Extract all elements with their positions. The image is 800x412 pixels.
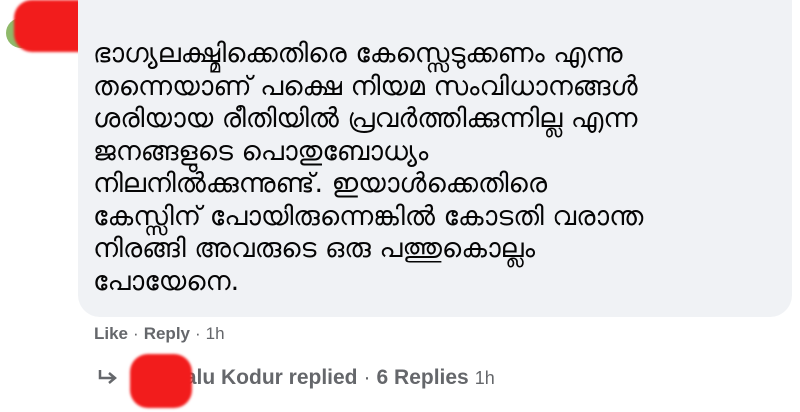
redacted-avatar (130, 354, 192, 408)
like-button[interactable]: Like (94, 324, 128, 343)
reply-button[interactable]: Reply (144, 324, 190, 343)
comment-actions: Like · Reply · 1h (94, 324, 225, 344)
separator: · (363, 366, 371, 389)
replies-summary[interactable]: Lalu Kodur replied (172, 366, 358, 390)
reply-arrow-icon (98, 370, 117, 384)
reply-time: 1h (474, 367, 495, 388)
replies-count[interactable]: 6 Replies (377, 366, 469, 390)
separator: · (195, 324, 201, 343)
separator: · (133, 324, 139, 343)
comment-text: ഭാഗ്യലക്ഷ്മിക്കെതിരെ കേസ്സെടുക്കണം എന്നു… (93, 38, 644, 297)
comment-time[interactable]: 1h (206, 324, 225, 343)
